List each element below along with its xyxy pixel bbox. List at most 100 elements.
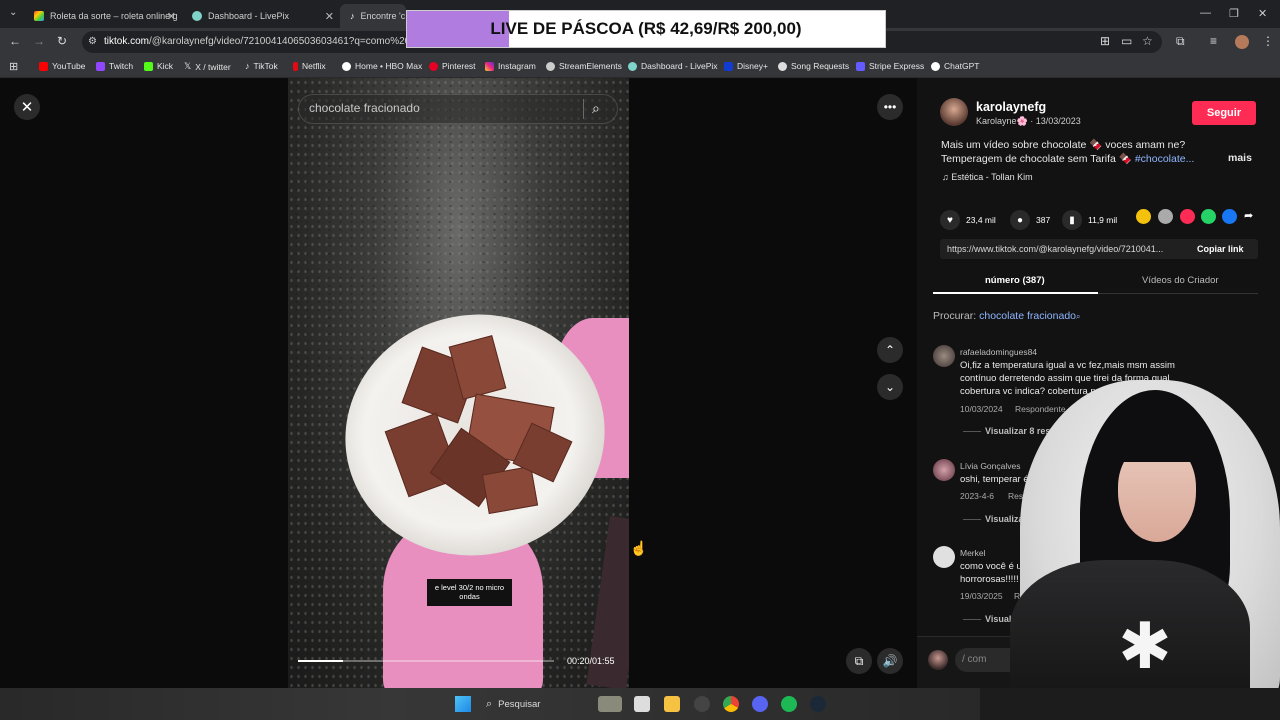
menu-kebab-icon[interactable]: ⋮ bbox=[1262, 34, 1274, 48]
music-link[interactable]: ♫ Estética - Tollan Kim bbox=[942, 172, 1033, 182]
commenter-avatar[interactable] bbox=[933, 546, 955, 568]
obs-icon[interactable] bbox=[694, 696, 710, 712]
forward-icon[interactable]: → bbox=[33, 34, 45, 48]
bookmark-instagram[interactable]: Instagram bbox=[485, 61, 536, 71]
close-tab-icon[interactable]: ✕ bbox=[167, 10, 176, 23]
bookmark-youtube[interactable]: YouTube bbox=[39, 61, 85, 71]
bookmark-kick[interactable]: Kick bbox=[144, 61, 173, 71]
share-arrow-icon[interactable]: ➦ bbox=[1244, 209, 1253, 222]
more-description-link[interactable]: mais bbox=[1228, 152, 1252, 164]
media-control-icon[interactable]: ≡ bbox=[1210, 34, 1217, 48]
follow-button[interactable]: Seguir bbox=[1192, 101, 1256, 125]
close-tab-icon[interactable]: ✕ bbox=[325, 10, 334, 23]
task-view-icon[interactable] bbox=[634, 696, 650, 712]
youtube-icon bbox=[39, 61, 48, 71]
facebook-share-icon[interactable] bbox=[1222, 209, 1237, 224]
save-stat[interactable]: ▮ 11,9 mil bbox=[1062, 210, 1117, 230]
description-text: Temperagem de chocolate sem Tarifa 🍫 bbox=[941, 153, 1135, 165]
floating-player-button[interactable]: ⧉ bbox=[846, 648, 872, 674]
stripe-icon bbox=[856, 61, 865, 71]
site-info-icon[interactable]: ⚙ bbox=[88, 36, 97, 47]
close-video-button[interactable]: ✕ bbox=[14, 94, 40, 120]
bookmark-label: Stripe Express bbox=[869, 61, 925, 71]
save-count: 11,9 mil bbox=[1088, 215, 1118, 225]
kick-icon bbox=[144, 61, 153, 71]
comment-count: 387 bbox=[1036, 215, 1051, 225]
next-video-button[interactable]: ⌄ bbox=[877, 374, 903, 400]
copy-link-button[interactable]: Copiar link bbox=[1197, 244, 1244, 254]
bookmark-stripe[interactable]: Stripe Express bbox=[856, 61, 924, 71]
video-progress-bar[interactable] bbox=[298, 660, 554, 662]
cast-icon[interactable]: ▭ bbox=[1121, 34, 1132, 48]
whatsapp-share-icon[interactable] bbox=[1201, 209, 1216, 224]
tab-livepix[interactable]: Dashboard - LivePix ✕ bbox=[182, 4, 340, 28]
bookmark-streamelements[interactable]: StreamElements bbox=[546, 61, 622, 71]
bookmark-livepix[interactable]: Dashboard - LivePix bbox=[628, 61, 718, 71]
netflix-icon bbox=[293, 61, 298, 71]
send-share-icon[interactable] bbox=[1180, 209, 1195, 224]
widgets-icon[interactable] bbox=[598, 696, 622, 712]
bookmark-chatgpt[interactable]: ChatGPT bbox=[931, 61, 979, 71]
tab-title: Dashboard - LivePix bbox=[208, 11, 290, 21]
bookmark-label: Netflix bbox=[302, 61, 326, 71]
bookmark-label: Dashboard - LivePix bbox=[641, 61, 718, 71]
related-search[interactable]: Procurar: chocolate fracionado⌕ bbox=[933, 310, 1081, 322]
tab-comments[interactable]: número (387) bbox=[985, 275, 1045, 286]
bookmark-netflix[interactable]: Netflix bbox=[293, 61, 326, 71]
minimize-icon[interactable]: — bbox=[1200, 7, 1211, 19]
chevron-down-icon: ⌄ bbox=[884, 380, 896, 394]
file-explorer-icon[interactable] bbox=[664, 696, 680, 712]
reload-icon[interactable]: ↻ bbox=[57, 34, 67, 48]
commenter-avatar[interactable] bbox=[933, 459, 955, 481]
discord-icon[interactable] bbox=[752, 696, 768, 712]
ellipsis-icon: ••• bbox=[883, 100, 897, 114]
spotify-icon[interactable] bbox=[781, 696, 797, 712]
bookmark-x[interactable]: 𝕏X / twitter bbox=[184, 61, 231, 72]
bookmark-label: Home • HBO Max bbox=[355, 61, 423, 71]
bookmark-star-icon[interactable]: ☆ bbox=[1142, 34, 1153, 48]
creator-username[interactable]: karolaynefg bbox=[976, 100, 1046, 114]
bookmark-label: Instagram bbox=[498, 61, 536, 71]
chrome-icon[interactable] bbox=[723, 696, 739, 712]
search-icon[interactable]: ⌕ bbox=[592, 100, 600, 117]
tab-tiktok-active[interactable]: ♪ Encontre 'c bbox=[340, 4, 406, 28]
bookmark-song-requests[interactable]: Song Requests bbox=[778, 61, 849, 71]
previous-video-button[interactable]: ⌃ bbox=[877, 337, 903, 363]
bookmark-pinterest[interactable]: Pinterest bbox=[429, 61, 476, 71]
bookmark-hbo[interactable]: Home • HBO Max bbox=[342, 61, 422, 71]
extensions-icon[interactable]: ⧉ bbox=[1176, 34, 1185, 49]
related-search-term[interactable]: chocolate fracionado bbox=[979, 310, 1076, 322]
volume-button[interactable]: 🔊 bbox=[877, 648, 903, 674]
creator-avatar[interactable] bbox=[940, 98, 968, 126]
taskbar-search-label: Pesquisar bbox=[498, 698, 541, 710]
close-window-icon[interactable]: ✕ bbox=[1258, 7, 1267, 20]
twitch-icon bbox=[96, 61, 105, 71]
windows-start-icon[interactable] bbox=[455, 696, 471, 712]
tiktok-favicon-icon: ♪ bbox=[350, 11, 355, 21]
bookmark-twitch[interactable]: Twitch bbox=[96, 61, 133, 71]
url-text[interactable]: tiktok.com/@karolaynefg/video/7210041406… bbox=[104, 36, 427, 47]
commenter-avatar[interactable] bbox=[933, 345, 955, 367]
taskbar-search[interactable]: ⌕ Pesquisar bbox=[480, 694, 590, 714]
hashtag-link[interactable]: #chocolate... bbox=[1135, 153, 1195, 165]
embed-share-icon[interactable] bbox=[1158, 209, 1173, 224]
profile-avatar[interactable] bbox=[1235, 35, 1249, 49]
tab-list-chevron-icon[interactable]: ⌄ bbox=[9, 7, 17, 18]
like-stat[interactable]: ♥ 23,4 mil bbox=[940, 210, 996, 230]
translate-icon[interactable]: ⊞ bbox=[1100, 34, 1110, 48]
bookmark-disney[interactable]: Disney+ bbox=[724, 61, 768, 71]
search-input[interactable]: chocolate fracionado bbox=[309, 101, 420, 115]
apps-grid-icon[interactable]: ⊞ bbox=[9, 60, 18, 73]
tab-creator-videos[interactable]: Vídeos do Criador bbox=[1142, 275, 1219, 286]
back-icon[interactable]: ← bbox=[9, 34, 21, 48]
comment-stat[interactable]: ● 387 bbox=[1010, 210, 1050, 230]
steam-icon[interactable] bbox=[810, 696, 826, 712]
coin-share-icon[interactable] bbox=[1136, 209, 1151, 224]
more-options-button[interactable]: ••• bbox=[877, 94, 903, 120]
roleta-favicon-icon bbox=[34, 11, 44, 21]
commenter-name[interactable]: rafaeladomingues84 bbox=[960, 347, 1037, 357]
maximize-icon[interactable]: ❐ bbox=[1229, 7, 1239, 20]
song-requests-icon bbox=[778, 61, 787, 71]
tab-roleta[interactable]: Roleta da sorte – roleta online g ✕ bbox=[24, 4, 182, 28]
bookmark-tiktok[interactable]: ♪ TikTok bbox=[245, 61, 278, 71]
